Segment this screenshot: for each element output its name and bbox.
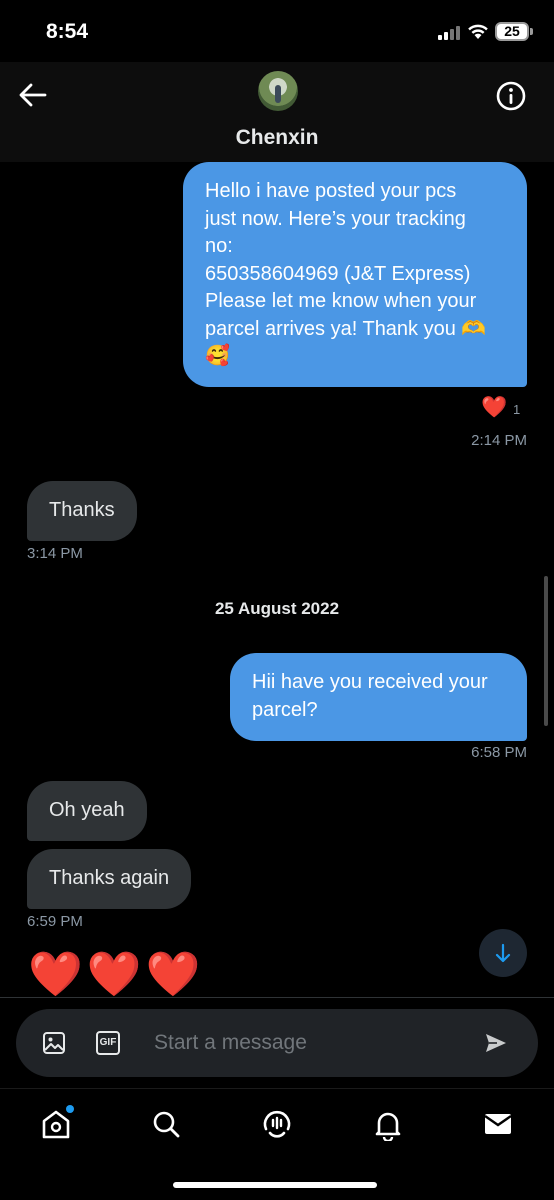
image-icon[interactable] — [42, 1031, 66, 1055]
info-circle-icon[interactable] — [495, 80, 527, 112]
message-line: parcel? — [252, 698, 318, 721]
incoming-message-bubble[interactable]: Thanks — [27, 481, 137, 541]
message-line: 🥰 — [205, 345, 230, 367]
scrollbar[interactable] — [544, 576, 548, 726]
message-line: Thanks again — [49, 867, 170, 889]
battery-cap — [530, 28, 533, 35]
conversation-header: Chenxin — [0, 62, 554, 162]
status-bar: 8:54 25 — [0, 0, 554, 62]
heart-reaction-icon[interactable]: ❤️ — [481, 396, 507, 420]
message-composer: GIF — [16, 1009, 538, 1077]
message-line: parcel arrives ya! Thank you 🫶 — [205, 317, 487, 340]
spaces-icon — [263, 1110, 291, 1138]
avatar[interactable] — [258, 71, 298, 111]
message-line: just now. Here’s your tracking — [205, 207, 466, 230]
date-divider: 25 August 2022 — [214, 599, 340, 618]
gif-icon[interactable]: GIF — [96, 1031, 120, 1055]
message-list[interactable]: Hello i have posted your pcs just now. H… — [0, 162, 554, 1000]
cellular-signal-icon — [438, 26, 462, 40]
notification-dot — [66, 1105, 74, 1113]
message-line: Oh yeah — [49, 799, 125, 821]
scroll-to-bottom-button[interactable] — [479, 929, 527, 977]
message-line: Hii have you received your — [252, 671, 488, 693]
composer-divider — [0, 997, 554, 998]
notifications-bell-icon — [375, 1112, 401, 1143]
incoming-message-bubble[interactable]: Oh yeah — [27, 781, 147, 841]
messages-tab[interactable] — [481, 1107, 515, 1141]
contact-name[interactable]: Chenxin — [0, 126, 554, 150]
arrow-down-icon — [495, 943, 511, 963]
messages-envelope-icon — [484, 1114, 512, 1134]
arrow-left-icon[interactable] — [18, 82, 48, 108]
message-line: no: — [205, 235, 233, 257]
send-icon[interactable] — [484, 1031, 508, 1055]
message-line: Hello i have posted your pcs — [205, 180, 457, 202]
notifications-tab[interactable] — [371, 1107, 405, 1143]
search-icon — [153, 1111, 180, 1138]
message-input[interactable] — [154, 1026, 454, 1060]
home-indicator[interactable] — [173, 1182, 377, 1188]
battery-icon: 25 — [495, 22, 529, 41]
outgoing-message-bubble[interactable]: Hii have you received your parcel? — [230, 653, 527, 741]
spaces-tab[interactable] — [260, 1107, 294, 1141]
search-tab[interactable] — [149, 1107, 183, 1141]
message-line: Please let me know when your — [205, 290, 477, 312]
message-timestamp: 6:59 PM — [27, 913, 83, 930]
battery-level: 25 — [504, 23, 520, 39]
message-line: Thanks — [49, 499, 115, 521]
incoming-message-bubble[interactable]: Thanks again — [27, 849, 192, 909]
outgoing-message-bubble[interactable]: Hello i have posted your pcs just now. H… — [183, 162, 527, 387]
message-timestamp: 6:58 PM — [471, 744, 527, 761]
message-timestamp: 2:14 PM — [471, 432, 527, 449]
message-line: 650358604969 (J&T Express) — [205, 262, 471, 285]
message-timestamp: 3:14 PM — [27, 545, 83, 562]
home-tab[interactable] — [39, 1105, 74, 1141]
reaction-count: 1 — [513, 402, 521, 417]
status-time: 8:54 — [46, 20, 89, 43]
emoji-message[interactable]: ❤️❤️❤️ — [28, 950, 204, 1000]
wifi-icon — [468, 24, 488, 39]
